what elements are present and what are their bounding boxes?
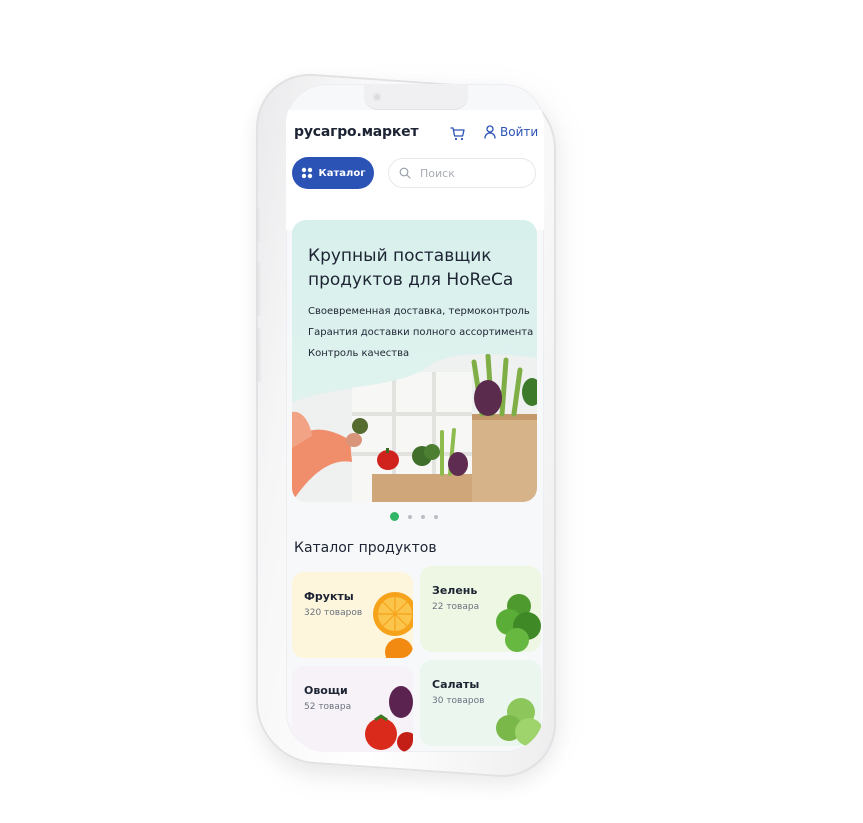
category-name: Зелень [432, 584, 478, 597]
app-header: русагро.маркет Войти Каталог [286, 110, 544, 230]
carousel-dot-1[interactable] [390, 512, 399, 521]
banner-image [292, 354, 537, 502]
vegetables-image [365, 686, 413, 752]
category-name: Фрукты [304, 590, 354, 603]
phone-volume-up-button [256, 262, 262, 316]
banner-feature-1: Своевременная доставка, термоконтроль [308, 306, 530, 317]
phone-volume-down-button [256, 328, 262, 382]
catalog-button[interactable]: Каталог [292, 157, 374, 189]
category-count: 320 товаров [304, 608, 363, 618]
search-input[interactable] [418, 165, 532, 181]
login-button[interactable]: Войти [484, 125, 538, 139]
category-card-vegetables[interactable]: Овощи 52 товара [292, 666, 413, 752]
banner-title: Крупный поставщик продуктов для HoReCa [308, 246, 514, 290]
phone-mute-button [256, 208, 262, 242]
carousel-dot-4[interactable] [434, 514, 438, 519]
fruits-image [373, 592, 413, 658]
banner-feature-2: Гарантия доставки полного ассортимента [308, 327, 534, 338]
category-card-salads[interactable]: Салаты 30 товаров [420, 660, 541, 746]
grid-icon [301, 167, 312, 179]
catalog-label: Каталог [318, 167, 366, 179]
phone-screen: русагро.маркет Войти Каталог Поиск Крупн… [286, 84, 544, 752]
category-card-greens[interactable]: Зелень 22 товара [420, 566, 541, 652]
promo-banner[interactable]: Крупный поставщик продуктов для HoReCa С… [292, 220, 537, 502]
carousel-dots [390, 512, 438, 521]
catalog-heading: Каталог продуктов [294, 540, 437, 556]
category-count: 52 товара [304, 702, 352, 712]
user-icon [484, 125, 496, 139]
front-camera [372, 92, 382, 102]
cart-button[interactable] [450, 126, 466, 142]
category-count: 22 товара [432, 602, 480, 612]
logo[interactable]: русагро.маркет [294, 124, 419, 140]
greens-image [496, 594, 541, 652]
cart-icon [450, 127, 465, 141]
carousel-dot-2[interactable] [408, 514, 412, 519]
category-name: Овощи [304, 684, 348, 697]
search-icon [399, 167, 411, 179]
category-card-fruits[interactable]: Фрукты 320 товаров [292, 572, 413, 658]
category-count: 30 товаров [432, 696, 485, 706]
salads-image [496, 698, 541, 746]
login-label: Войти [500, 125, 539, 139]
search-bar[interactable] [388, 158, 536, 188]
category-name: Салаты [432, 678, 480, 691]
carousel-dot-3[interactable] [421, 514, 425, 519]
